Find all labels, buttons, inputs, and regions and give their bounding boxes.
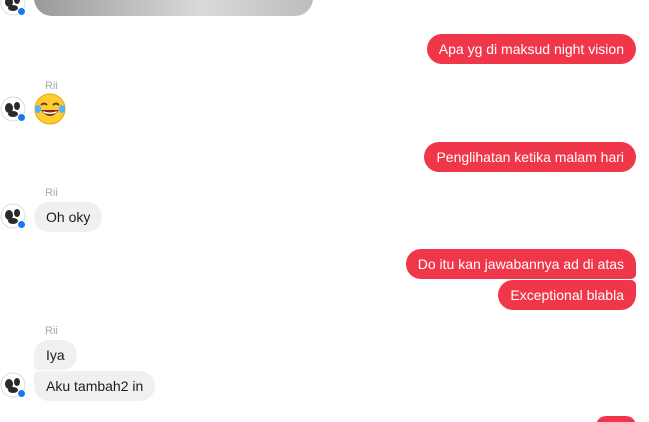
- chat-thread: Apa yg di maksud night vision Rii Pengli…: [0, 0, 649, 422]
- incoming-message[interactable]: Oh oky: [34, 202, 103, 232]
- sender-name: Rii: [45, 325, 58, 337]
- sender-name: Rii: [45, 187, 58, 199]
- outgoing-message-partial[interactable]: [596, 416, 636, 422]
- outgoing-message[interactable]: Apa yg di maksud night vision: [426, 34, 636, 64]
- outgoing-message[interactable]: Do itu kan jawabannya ad di atas: [405, 249, 636, 279]
- laughing-tears-emoji-icon[interactable]: [34, 93, 66, 125]
- messenger-badge-icon: [17, 113, 26, 122]
- avatar[interactable]: [0, 96, 26, 122]
- avatar[interactable]: [0, 203, 26, 229]
- outgoing-message[interactable]: Exceptional blabla: [498, 280, 636, 310]
- incoming-message[interactable]: Iya: [34, 340, 77, 370]
- sender-name: Rii: [45, 80, 58, 92]
- avatar[interactable]: [0, 0, 26, 16]
- messenger-badge-icon: [17, 220, 26, 229]
- messenger-badge-icon: [17, 7, 26, 16]
- outgoing-message[interactable]: Penglihatan ketika malam hari: [424, 142, 636, 172]
- messenger-badge-icon: [17, 389, 26, 398]
- shared-image-preview[interactable]: [34, 0, 313, 16]
- incoming-message[interactable]: Aku tambah2 in: [34, 371, 156, 401]
- avatar[interactable]: [0, 372, 26, 398]
